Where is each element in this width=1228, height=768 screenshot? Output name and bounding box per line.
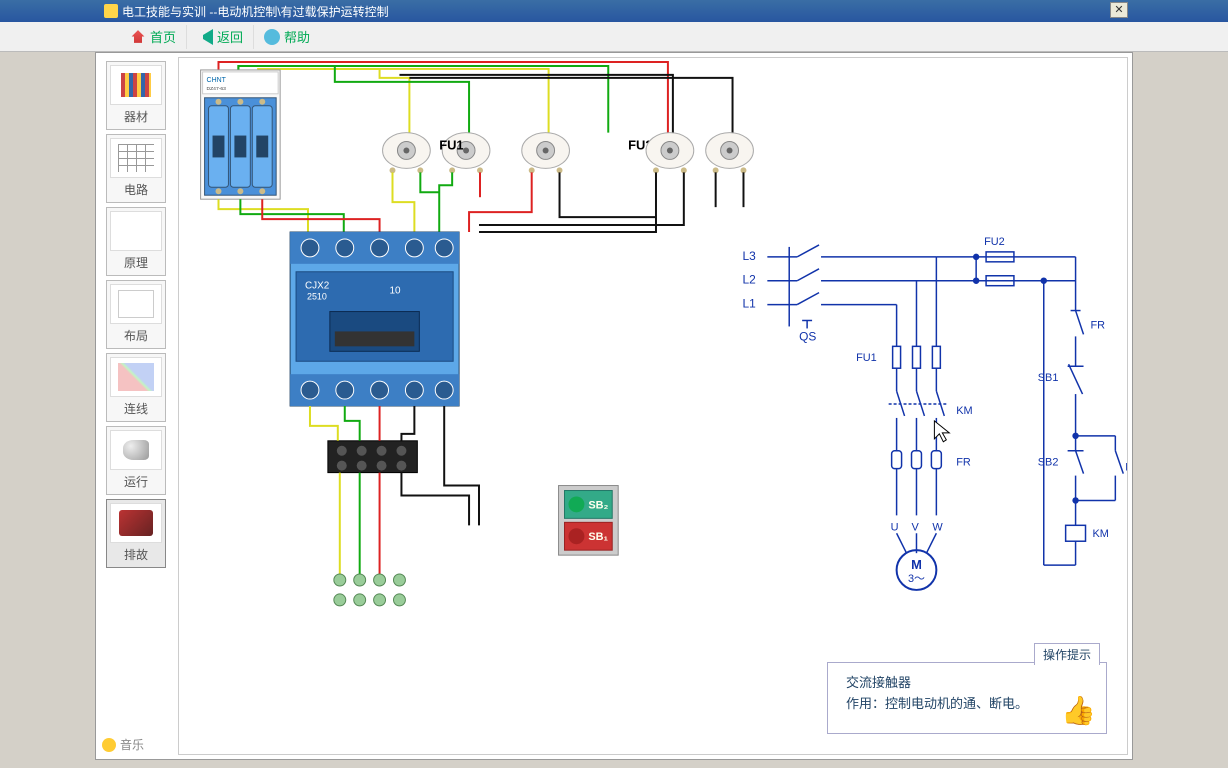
pushbutton-box[interactable]: SB₂ SB₁ bbox=[559, 486, 619, 556]
fuse-fu1[interactable]: FU1 bbox=[383, 133, 570, 174]
close-button[interactable]: ✕ bbox=[1110, 2, 1128, 18]
thermal-relay[interactable] bbox=[328, 441, 417, 473]
thumbs-up-icon: 👍 bbox=[1061, 694, 1096, 727]
schematic-diagram: L3 L2 L1 QS FU1 KM bbox=[742, 236, 1127, 590]
equipment-icon bbox=[110, 65, 162, 105]
sidebar-item-equipment[interactable]: 器材 bbox=[106, 61, 166, 130]
operation-hint-panel: 操作提示 交流接触器 作用：控制电动机的通、断电。 👍 bbox=[827, 662, 1107, 734]
fuse-fu2[interactable]: FU2 bbox=[628, 133, 753, 174]
sidebar-label: 连线 bbox=[109, 398, 163, 419]
svg-text:FU1: FU1 bbox=[439, 137, 463, 152]
svg-text:M: M bbox=[911, 557, 922, 572]
window-title: 电工技能与实训 --电动机控制\有过载保护运转控制 bbox=[122, 3, 389, 20]
music-icon bbox=[102, 738, 116, 752]
home-button[interactable]: 首页 bbox=[120, 25, 186, 49]
svg-text:SB₂: SB₂ bbox=[588, 499, 608, 511]
svg-text:SB2: SB2 bbox=[1038, 457, 1059, 469]
sidebar-item-wiring[interactable]: 连线 bbox=[106, 353, 166, 422]
fault-icon bbox=[110, 503, 162, 543]
svg-text:L1: L1 bbox=[742, 297, 756, 311]
main-area: 器材 电路 原理 布局 连线 运行 排故 音乐 bbox=[95, 52, 1133, 760]
music-label: 音乐 bbox=[120, 736, 144, 753]
svg-text:FU1: FU1 bbox=[856, 352, 877, 364]
sidebar-label: 器材 bbox=[109, 106, 163, 127]
svg-text:FR: FR bbox=[1090, 319, 1105, 331]
svg-text:CHNT: CHNT bbox=[207, 77, 227, 84]
svg-text:KM: KM bbox=[1092, 528, 1108, 540]
sidebar-label: 原理 bbox=[109, 252, 163, 273]
layout-icon bbox=[110, 284, 162, 324]
music-toggle[interactable]: 音乐 bbox=[102, 736, 144, 753]
sidebar-label: 电路 bbox=[109, 179, 163, 200]
svg-text:L3: L3 bbox=[742, 249, 756, 263]
svg-text:DZ47-63: DZ47-63 bbox=[207, 86, 227, 92]
svg-text:3～: 3～ bbox=[908, 573, 925, 585]
svg-text:FR: FR bbox=[956, 457, 971, 469]
svg-text:10: 10 bbox=[390, 286, 402, 297]
principle-icon bbox=[110, 211, 162, 251]
sidebar-item-circuit[interactable]: 电路 bbox=[106, 134, 166, 203]
svg-text:FU2: FU2 bbox=[984, 236, 1005, 248]
svg-text:QS: QS bbox=[799, 329, 816, 343]
circuit-breaker[interactable]: CHNT DZ47-63 bbox=[201, 70, 281, 199]
hint-tab[interactable]: 操作提示 bbox=[1034, 643, 1100, 665]
app-icon bbox=[104, 4, 118, 18]
svg-text:CJX2: CJX2 bbox=[305, 281, 330, 292]
help-icon bbox=[264, 29, 280, 45]
contactor[interactable]: CJX2 2510 10 bbox=[290, 232, 459, 406]
svg-text:U: U bbox=[891, 521, 899, 533]
svg-text:L2: L2 bbox=[742, 273, 756, 287]
run-icon bbox=[110, 430, 162, 470]
hint-title: 交流接触器 bbox=[846, 673, 1094, 694]
sidebar: 器材 电路 原理 布局 连线 运行 排故 bbox=[100, 57, 172, 729]
home-icon bbox=[130, 29, 146, 45]
svg-text:SB1: SB1 bbox=[1038, 372, 1059, 384]
circuit-icon bbox=[110, 138, 162, 178]
svg-text:KM: KM bbox=[1125, 462, 1127, 474]
svg-text:2510: 2510 bbox=[307, 292, 327, 302]
svg-text:V: V bbox=[912, 521, 920, 533]
svg-text:W: W bbox=[932, 521, 943, 533]
svg-text:KM: KM bbox=[956, 405, 972, 417]
circuit-canvas[interactable]: CHNT DZ47-63 bbox=[178, 57, 1128, 755]
window-titlebar: 电工技能与实训 --电动机控制\有过载保护运转控制 ✕ bbox=[0, 0, 1228, 22]
sidebar-label: 排故 bbox=[109, 544, 163, 565]
svg-text:SB₁: SB₁ bbox=[588, 531, 608, 543]
main-toolbar: 首页 返回 帮助 bbox=[0, 22, 1228, 52]
terminal-block[interactable] bbox=[334, 574, 406, 606]
wiring-icon bbox=[110, 357, 162, 397]
back-icon bbox=[197, 29, 213, 45]
back-label: 返回 bbox=[217, 27, 243, 46]
hint-body: 作用：控制电动机的通、断电。 bbox=[846, 694, 1094, 715]
help-button[interactable]: 帮助 bbox=[253, 25, 320, 49]
sidebar-item-fault[interactable]: 排故 bbox=[106, 499, 166, 568]
sidebar-label: 运行 bbox=[109, 471, 163, 492]
home-label: 首页 bbox=[150, 27, 176, 46]
sidebar-item-run[interactable]: 运行 bbox=[106, 426, 166, 495]
back-button[interactable]: 返回 bbox=[186, 25, 253, 49]
sidebar-item-principle[interactable]: 原理 bbox=[106, 207, 166, 276]
sidebar-item-layout[interactable]: 布局 bbox=[106, 280, 166, 349]
help-label: 帮助 bbox=[284, 27, 310, 46]
sidebar-label: 布局 bbox=[109, 325, 163, 346]
